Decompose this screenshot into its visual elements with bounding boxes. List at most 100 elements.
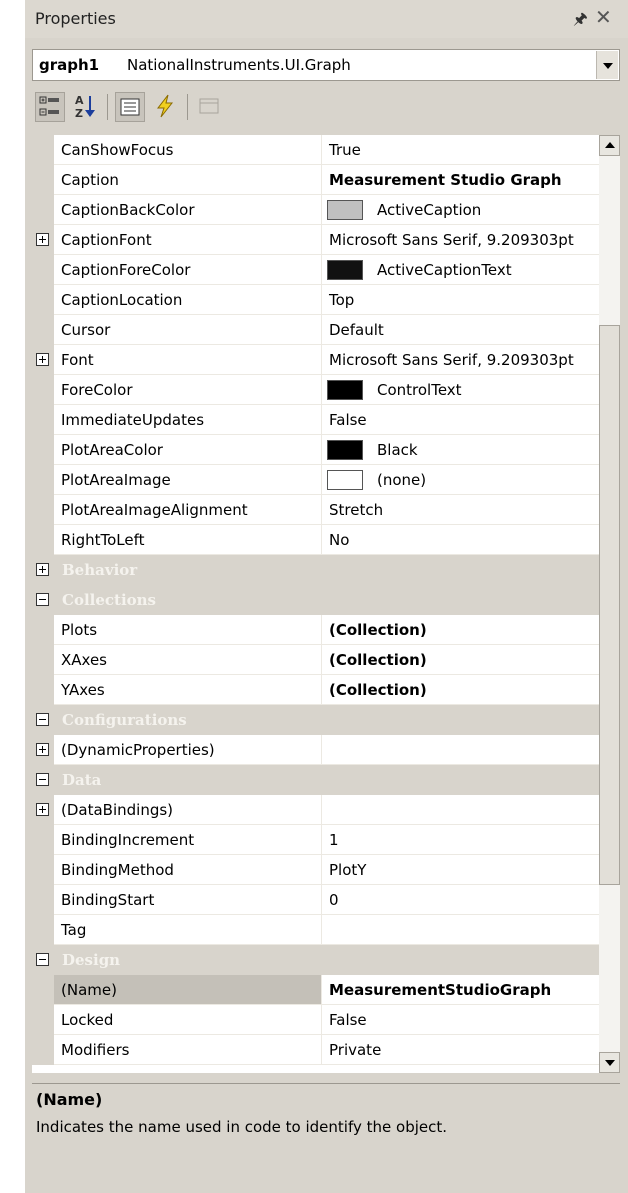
properties-view-icon[interactable] bbox=[115, 92, 145, 122]
events-lightning-icon[interactable] bbox=[151, 92, 181, 122]
property-row-bindingmethod[interactable]: BindingMethod PlotY bbox=[32, 855, 599, 885]
property-row-plots[interactable]: Plots (Collection) bbox=[32, 615, 599, 645]
property-row-captionbackcolor[interactable]: CaptionBackColor ActiveCaption bbox=[32, 195, 599, 225]
categorized-icon[interactable] bbox=[35, 92, 65, 122]
property-row-plotareacolor[interactable]: PlotAreaColor Black bbox=[32, 435, 599, 465]
vertical-scrollbar[interactable] bbox=[599, 135, 620, 1073]
property-value[interactable]: ActiveCaption bbox=[377, 201, 481, 219]
property-row-caption[interactable]: Caption Measurement Studio Graph bbox=[32, 165, 599, 195]
property-grid: CanShowFocus True Caption Measurement St… bbox=[32, 135, 599, 1073]
property-name: CaptionFont bbox=[61, 231, 152, 249]
color-swatch bbox=[327, 260, 363, 280]
category-label: Collections bbox=[62, 591, 156, 609]
property-name: RightToLeft bbox=[61, 531, 145, 549]
property-row-font[interactable]: Font Microsoft Sans Serif, 9.209303pt bbox=[32, 345, 599, 375]
scroll-thumb[interactable] bbox=[599, 325, 620, 885]
property-name: Caption bbox=[61, 171, 119, 189]
description-text: Indicates the name used in code to ident… bbox=[36, 1118, 448, 1136]
pin-icon[interactable]: 🖈 bbox=[573, 8, 588, 35]
property-row-immediateupdates[interactable]: ImmediateUpdates False bbox=[32, 405, 599, 435]
collapse-icon[interactable] bbox=[36, 713, 49, 726]
property-value[interactable]: True bbox=[329, 141, 361, 159]
property-value[interactable]: Private bbox=[329, 1041, 381, 1059]
properties-panel: Properties 🖈 ✕ graph1 NationalInstrument… bbox=[25, 0, 628, 1193]
property-row-captionfont[interactable]: CaptionFont Microsoft Sans Serif, 9.2093… bbox=[32, 225, 599, 255]
property-value[interactable]: MeasurementStudioGraph bbox=[329, 981, 551, 999]
expand-icon[interactable] bbox=[36, 743, 49, 756]
category-label: Data bbox=[62, 771, 102, 789]
property-value[interactable]: PlotY bbox=[329, 861, 366, 879]
property-row-righttoleft[interactable]: RightToLeft No bbox=[32, 525, 599, 555]
property-row-bindingincrement[interactable]: BindingIncrement 1 bbox=[32, 825, 599, 855]
object-type: NationalInstruments.UI.Graph bbox=[127, 56, 351, 74]
property-row-canshowfocus[interactable]: CanShowFocus True bbox=[32, 135, 599, 165]
object-name: graph1 bbox=[39, 56, 100, 74]
property-row-plotareaimagealignment[interactable]: PlotAreaImageAlignment Stretch bbox=[32, 495, 599, 525]
property-value[interactable]: Top bbox=[329, 291, 354, 309]
property-value[interactable]: No bbox=[329, 531, 349, 549]
property-name: CaptionBackColor bbox=[61, 201, 195, 219]
property-name: (DynamicProperties) bbox=[61, 741, 215, 759]
category-collections[interactable]: Collections bbox=[32, 585, 599, 615]
collapse-icon[interactable] bbox=[36, 593, 49, 606]
close-icon[interactable]: ✕ bbox=[595, 5, 612, 29]
property-row-name[interactable]: (Name) MeasurementStudioGraph bbox=[32, 975, 599, 1005]
category-design[interactable]: Design bbox=[32, 945, 599, 975]
property-value[interactable]: Microsoft Sans Serif, 9.209303pt bbox=[329, 231, 574, 249]
expand-icon[interactable] bbox=[36, 803, 49, 816]
expand-icon[interactable] bbox=[36, 563, 49, 576]
property-value[interactable]: Default bbox=[329, 321, 384, 339]
property-row-databindings[interactable]: (DataBindings) bbox=[32, 795, 599, 825]
property-value[interactable]: False bbox=[329, 411, 367, 429]
property-value[interactable]: ActiveCaptionText bbox=[377, 261, 512, 279]
property-row-bindingstart[interactable]: BindingStart 0 bbox=[32, 885, 599, 915]
property-row-modifiers[interactable]: Modifiers Private bbox=[32, 1035, 599, 1065]
object-selector[interactable]: graph1 NationalInstruments.UI.Graph bbox=[32, 49, 620, 81]
property-value[interactable]: (Collection) bbox=[329, 621, 427, 639]
property-row-tag[interactable]: Tag bbox=[32, 915, 599, 945]
property-row-dynamicproperties[interactable]: (DynamicProperties) bbox=[32, 735, 599, 765]
category-data[interactable]: Data bbox=[32, 765, 599, 795]
property-name: Locked bbox=[61, 1011, 114, 1029]
property-row-locked[interactable]: Locked False bbox=[32, 1005, 599, 1035]
property-value[interactable]: Microsoft Sans Serif, 9.209303pt bbox=[329, 351, 574, 369]
property-value[interactable]: (Collection) bbox=[329, 681, 427, 699]
property-row-captionforecolor[interactable]: CaptionForeColor ActiveCaptionText bbox=[32, 255, 599, 285]
property-row-yaxes[interactable]: YAxes (Collection) bbox=[32, 675, 599, 705]
scroll-up-arrow-icon[interactable] bbox=[599, 135, 620, 156]
category-configurations[interactable]: Configurations bbox=[32, 705, 599, 735]
expand-icon[interactable] bbox=[36, 353, 49, 366]
property-name: Modifiers bbox=[61, 1041, 130, 1059]
property-name: CaptionLocation bbox=[61, 291, 183, 309]
property-row-plotareaimage[interactable]: PlotAreaImage (none) bbox=[32, 465, 599, 495]
property-name: PlotAreaImage bbox=[61, 471, 171, 489]
property-name: (Name) bbox=[61, 981, 117, 999]
property-row-cursor[interactable]: Cursor Default bbox=[32, 315, 599, 345]
expand-icon[interactable] bbox=[36, 233, 49, 246]
property-pages-icon[interactable] bbox=[195, 92, 225, 122]
dropdown-arrow-icon[interactable] bbox=[596, 51, 618, 79]
property-value[interactable]: Black bbox=[377, 441, 418, 459]
sort-alphabetical-icon[interactable]: A Z bbox=[71, 92, 101, 122]
color-swatch bbox=[327, 440, 363, 460]
toolbar-separator bbox=[107, 94, 108, 120]
category-behavior[interactable]: Behavior bbox=[32, 555, 599, 585]
property-row-xaxes[interactable]: XAxes (Collection) bbox=[32, 645, 599, 675]
collapse-icon[interactable] bbox=[36, 773, 49, 786]
category-label: Behavior bbox=[62, 561, 138, 579]
property-value[interactable]: Stretch bbox=[329, 501, 383, 519]
property-name: BindingIncrement bbox=[61, 831, 195, 849]
property-value[interactable]: 1 bbox=[329, 831, 339, 849]
property-value[interactable]: (none) bbox=[377, 471, 426, 489]
property-value[interactable]: False bbox=[329, 1011, 367, 1029]
scroll-down-arrow-icon[interactable] bbox=[599, 1052, 620, 1073]
toolbar: A Z bbox=[25, 86, 628, 132]
property-name: BindingMethod bbox=[61, 861, 174, 879]
property-value[interactable]: 0 bbox=[329, 891, 339, 909]
property-value[interactable]: ControlText bbox=[377, 381, 462, 399]
property-value[interactable]: Measurement Studio Graph bbox=[329, 171, 562, 189]
property-value[interactable]: (Collection) bbox=[329, 651, 427, 669]
property-row-captionlocation[interactable]: CaptionLocation Top bbox=[32, 285, 599, 315]
property-row-forecolor[interactable]: ForeColor ControlText bbox=[32, 375, 599, 405]
collapse-icon[interactable] bbox=[36, 953, 49, 966]
